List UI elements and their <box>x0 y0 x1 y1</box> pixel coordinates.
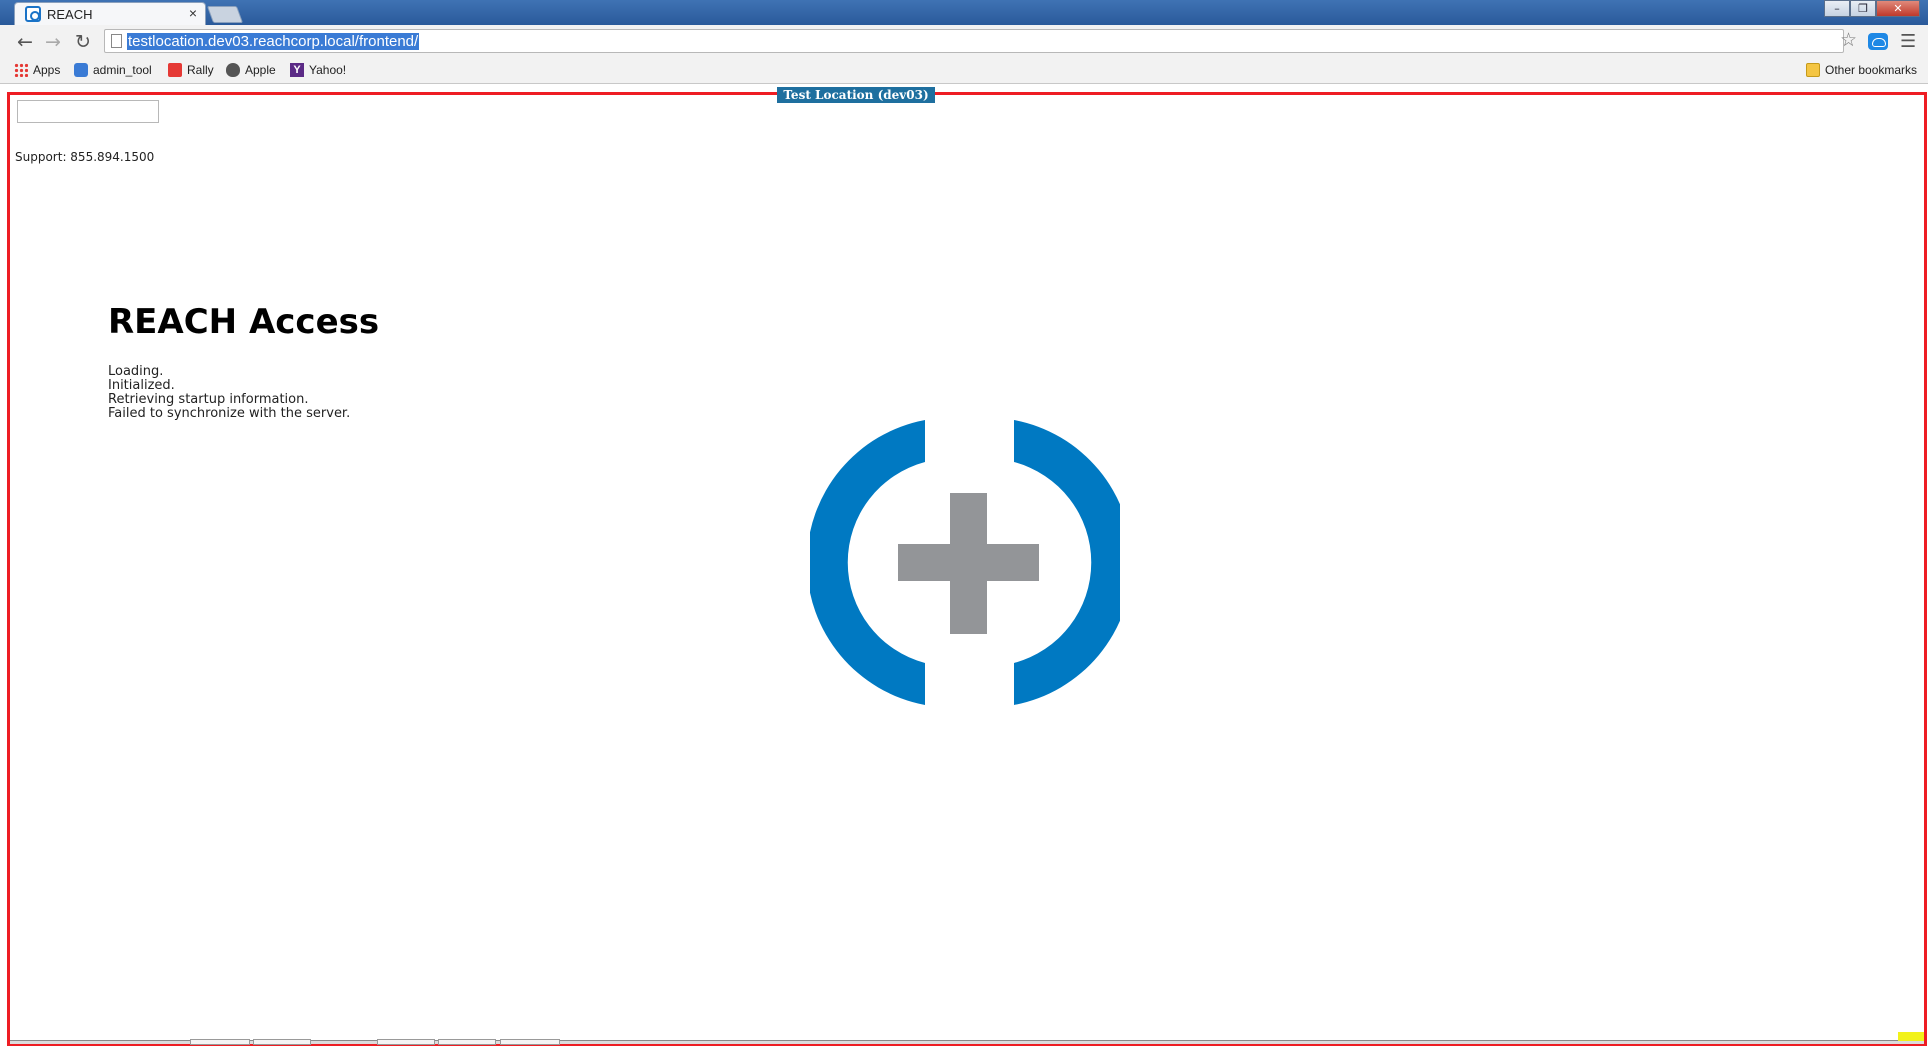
close-window-button[interactable]: ✕ <box>1876 0 1920 17</box>
rally-icon <box>168 63 182 77</box>
bookmark-apps[interactable]: Apps <box>14 63 60 77</box>
support-phone: Support: 855.894.1500 <box>15 150 155 164</box>
tab-close-icon[interactable]: × <box>189 5 197 21</box>
browser-toolbar: ← → ↻ testlocation.dev03.reachcorp.local… <box>0 25 1928 60</box>
bottom-tab[interactable] <box>253 1039 311 1045</box>
tab-title: REACH <box>47 6 93 22</box>
page-title: REACH Access <box>108 302 380 342</box>
top-input-field[interactable] <box>17 100 159 123</box>
bottom-tab[interactable] <box>500 1039 560 1045</box>
star-icon[interactable]: ☆ <box>1840 29 1857 51</box>
reach-logo-icon <box>810 420 1120 705</box>
yahoo-icon: Y <box>290 63 304 77</box>
address-bar[interactable]: testlocation.dev03.reachcorp.local/front… <box>104 29 1844 53</box>
browser-tab[interactable]: REACH × <box>14 2 206 25</box>
bookmark-label: Apps <box>33 63 61 77</box>
reach-favicon-icon <box>25 6 41 22</box>
bookmark-label: Rally <box>187 63 214 77</box>
status-line: Initialized. <box>108 378 175 393</box>
window-controls: – ❐ ✕ <box>1824 0 1920 17</box>
back-icon[interactable]: ← <box>14 32 36 54</box>
page-icon <box>111 34 122 48</box>
minimize-button[interactable]: – <box>1824 0 1850 17</box>
bookmark-yahoo[interactable]: Y Yahoo! <box>290 63 346 77</box>
forward-icon[interactable]: → <box>42 32 64 54</box>
environment-badge: Test Location (dev03) <box>777 87 935 103</box>
bookmark-apple[interactable]: Apple <box>226 63 276 77</box>
bookmark-other[interactable]: Other bookmarks <box>1806 63 1917 77</box>
bookmarks-bar: Apps admin_tool Rally Apple Y Yahoo! Oth… <box>0 60 1928 84</box>
cloud-extension-icon[interactable] <box>1868 33 1888 50</box>
bookmark-label: Apple <box>245 63 276 77</box>
status-line: Loading. <box>108 364 164 379</box>
status-log: Loading. Initialized. Retrieving startup… <box>108 365 350 421</box>
bookmark-label: Other bookmarks <box>1825 63 1918 77</box>
bottom-tab[interactable] <box>190 1039 250 1045</box>
folder-icon <box>1806 63 1820 77</box>
yellow-marker <box>1898 1032 1924 1041</box>
bookmark-label: admin_tool <box>93 63 152 77</box>
bookmark-rally[interactable]: Rally <box>168 63 214 77</box>
new-tab-button[interactable] <box>206 6 244 23</box>
apple-icon <box>226 63 240 77</box>
bookmark-admin-tool[interactable]: admin_tool <box>74 63 152 77</box>
url-text[interactable]: testlocation.dev03.reachcorp.local/front… <box>127 33 420 50</box>
status-line: Retrieving startup information. <box>108 392 309 407</box>
browser-titlebar: REACH × – ❐ ✕ <box>0 0 1928 25</box>
apps-grid-icon <box>14 63 28 77</box>
status-line: Failed to synchronize with the server. <box>108 406 351 421</box>
admin-tool-icon <box>74 63 88 77</box>
bookmark-label: Yahoo! <box>309 63 347 77</box>
restore-button[interactable]: ❐ <box>1850 0 1876 17</box>
menu-icon[interactable]: ☰ <box>1900 31 1916 52</box>
bottom-tab[interactable] <box>438 1039 496 1045</box>
logo-cross-horizontal <box>898 544 1039 581</box>
bottom-tab[interactable] <box>377 1039 435 1045</box>
reload-icon[interactable]: ↻ <box>72 32 94 54</box>
